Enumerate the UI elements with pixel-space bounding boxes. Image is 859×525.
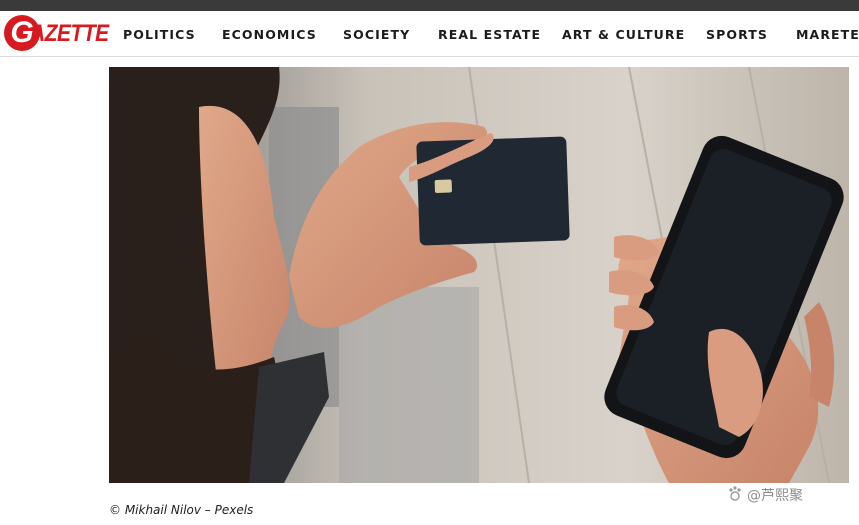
image-caption: © Mikhail Nilov – Pexels <box>109 503 254 517</box>
nav-item-sports[interactable]: SPORTS <box>706 27 768 42</box>
nav-item-society[interactable]: SOCIETY <box>343 27 410 42</box>
site-header: G AZETTE POLITICS ECONOMICS SOCIETY REAL… <box>0 11 859 57</box>
nav-item-mareter[interactable]: MARETER <box>796 27 859 42</box>
article-hero-image <box>109 67 849 483</box>
nav-item-economics[interactable]: ECONOMICS <box>222 27 317 42</box>
logo-wordmark: AZETTE <box>30 20 109 47</box>
watermark: @芦熙聚 <box>727 484 847 506</box>
watermark-text: @芦熙聚 <box>747 488 803 504</box>
top-strip <box>0 0 859 11</box>
hero-illustration <box>109 67 849 483</box>
nav-item-art-culture[interactable]: ART & CULTURE <box>562 27 685 42</box>
nav-item-real-estate[interactable]: REAL ESTATE <box>438 27 541 42</box>
gazette-logo[interactable]: G AZETTE <box>4 15 109 53</box>
nav-item-politics[interactable]: POLITICS <box>123 27 196 42</box>
